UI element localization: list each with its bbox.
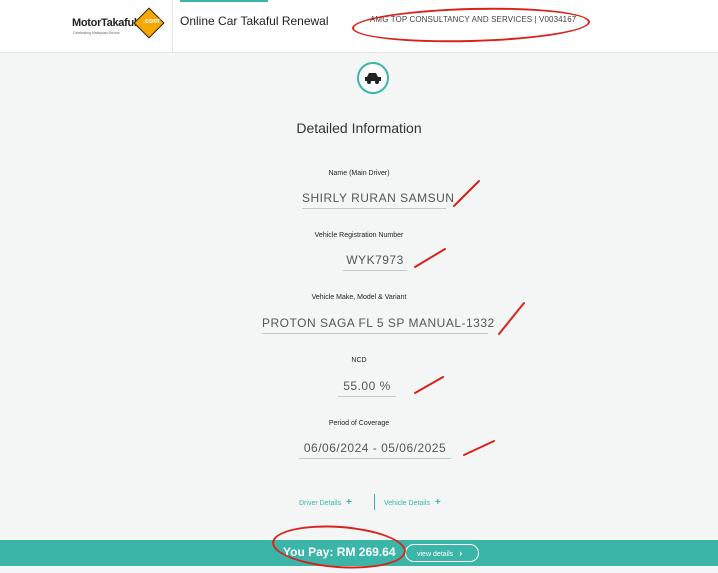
logo-tagline: Celebrating Malaysian Drivers	[73, 31, 120, 35]
plus-icon: +	[346, 497, 352, 508]
logo-wordmark: MotorTakaful	[72, 17, 137, 29]
view-details-label: view details	[417, 551, 454, 558]
red-annotation-tick	[463, 440, 495, 456]
section-title: Detailed Information	[296, 120, 422, 136]
details-links: Driver Details + Vehicle Details +	[0, 494, 718, 510]
coverage-period-label: Period of Coverage	[328, 420, 390, 427]
driver-details-link[interactable]: Driver Details +	[299, 497, 352, 508]
driver-name-value: SHIRLY RURAN SAMSUN	[302, 191, 454, 209]
red-annotation-tick	[414, 376, 444, 394]
registration-number-label: Vehicle Registration Number	[314, 232, 404, 239]
view-details-button[interactable]: view details ›	[405, 544, 479, 562]
ncd-value: 55.00 %	[338, 379, 396, 397]
car-icon	[357, 62, 389, 94]
chevron-right-icon: ›	[459, 548, 463, 558]
registration-number-value: WYK7973	[343, 253, 407, 271]
link-separator	[374, 494, 375, 510]
header-divider	[172, 0, 173, 52]
logo-domain-suffix: .com	[141, 18, 162, 25]
vehicle-details-link[interactable]: Vehicle Details +	[384, 497, 441, 508]
red-annotation-tick	[498, 302, 525, 335]
vehicle-details-label: Vehicle Details	[384, 500, 430, 507]
vehicle-model-label: Vehicle Make, Model & Variant	[311, 294, 407, 301]
active-tab-indicator	[180, 0, 268, 2]
red-annotation-tick	[414, 248, 446, 268]
coverage-period-value: 06/06/2024 - 05/06/2025	[299, 441, 451, 459]
plus-icon: +	[434, 497, 441, 508]
motortakaful-logo[interactable]: MotorTakaful Celebrating Malaysian Drive…	[72, 7, 165, 40]
vehicle-model-value: PROTON SAGA FL 5 SP MANUAL-1332	[262, 316, 494, 334]
driver-details-label: Driver Details	[299, 500, 342, 507]
ncd-label: NCD	[351, 357, 367, 364]
red-annotation-tick	[453, 180, 480, 207]
driver-name-label: Name (Main Driver)	[328, 170, 390, 177]
page-title: Online Car Takaful Renewal	[180, 14, 329, 28]
